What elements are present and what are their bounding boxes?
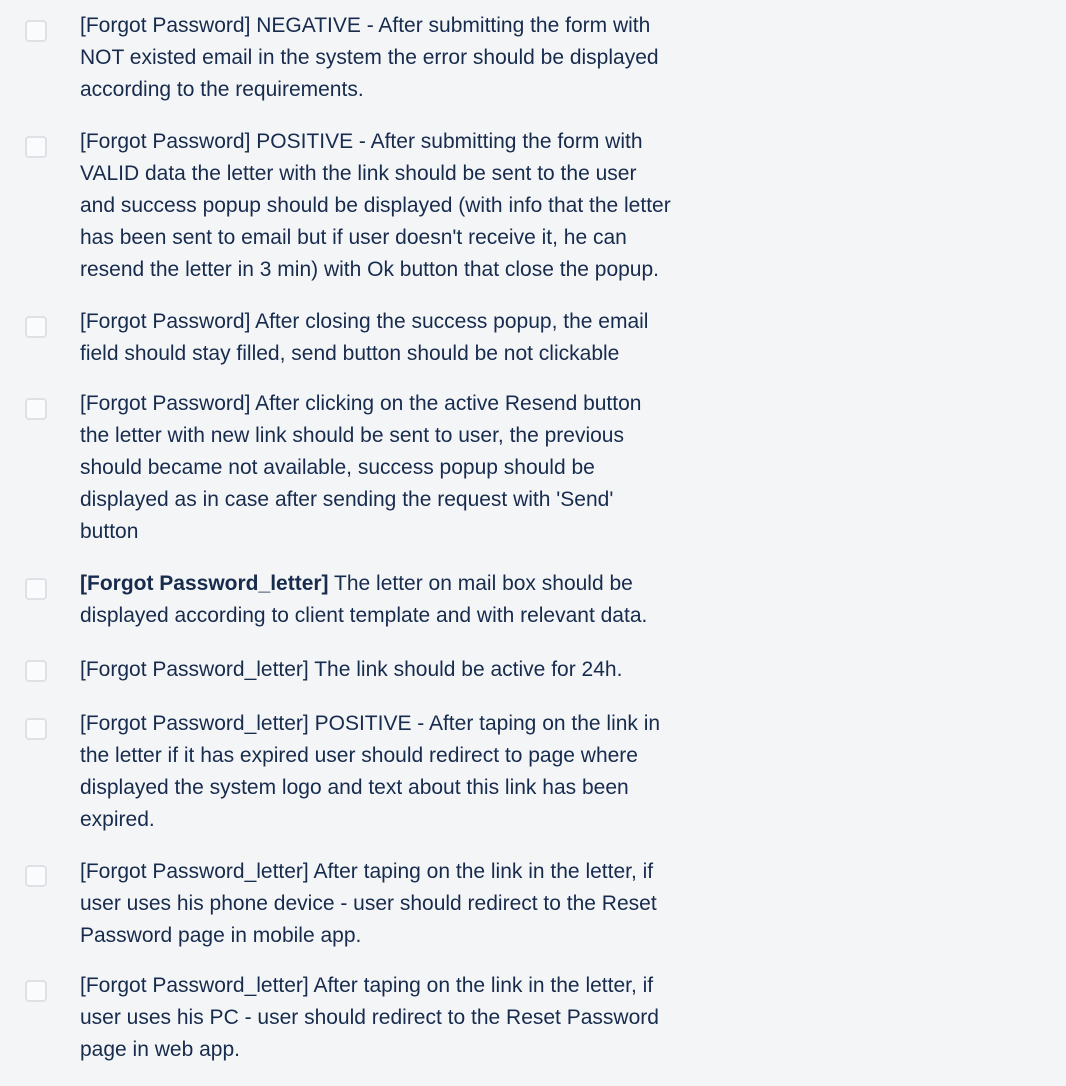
checklist-checkbox[interactable] — [25, 660, 47, 682]
checklist-checkbox[interactable] — [25, 578, 47, 600]
checklist-item-line: [Forgot Password_letter] The letter on m… — [80, 568, 780, 600]
checklist-checkbox[interactable] — [25, 20, 47, 42]
checklist-item-line: [Forgot Password_letter] The link should… — [80, 658, 623, 681]
checklist-item-line: displayed the system logo and text about… — [80, 776, 629, 799]
checklist-item-line: resend the letter in 3 min) with Ok butt… — [80, 258, 659, 281]
checklist-item-line: has been sent to email but if user doesn… — [80, 226, 627, 249]
checklist-item-line-rest: The letter on mail box should be — [328, 572, 633, 595]
checklist-checkbox[interactable] — [25, 398, 47, 420]
checklist-item-line: user uses his phone device - user should… — [80, 892, 657, 915]
checklist-item-line: the letter if it has expired user should… — [80, 744, 638, 767]
checklist-item-line: the letter with new link should be sent … — [80, 424, 624, 447]
checklist-item-line: displayed according to client template a… — [80, 604, 648, 627]
checklist-item-text[interactable]: [Forgot Password_letter] After taping on… — [80, 856, 780, 952]
checklist-checkbox[interactable] — [25, 980, 47, 1002]
checklist-item-line: [Forgot Password] After clicking on the … — [80, 392, 642, 415]
checklist-item-line: [Forgot Password_letter] After taping on… — [80, 860, 654, 883]
checklist-item-line: [Forgot Password] NEGATIVE - After submi… — [80, 14, 651, 37]
checklist-item-text[interactable]: [Forgot Password_letter] POSITIVE - Afte… — [80, 708, 780, 836]
checklist-item-line: field should stay filled, send button sh… — [80, 342, 620, 365]
checklist: [Forgot Password] NEGATIVE - After submi… — [0, 0, 1066, 1086]
checklist-item-line: Password page in mobile app. — [80, 924, 362, 947]
checklist-item-text[interactable]: [Forgot Password_letter] After taping on… — [80, 970, 780, 1066]
checklist-item-line: NOT existed email in the system the erro… — [80, 46, 659, 69]
checklist-item-line: [Forgot Password_letter] POSITIVE - Afte… — [80, 712, 661, 735]
checklist-item-line: according to the requirements. — [80, 78, 364, 101]
checklist-item-text[interactable]: [Forgot Password_letter] The letter on m… — [80, 568, 780, 632]
checklist-item-line: and success popup should be displayed (w… — [80, 194, 671, 217]
checklist-item-text[interactable]: [Forgot Password] POSITIVE - After submi… — [80, 126, 780, 286]
checklist-checkbox[interactable] — [25, 718, 47, 740]
checklist-checkbox[interactable] — [25, 865, 47, 887]
checklist-item-line: [Forgot Password] After closing the succ… — [80, 310, 649, 333]
checklist-item-line: [Forgot Password] POSITIVE - After submi… — [80, 130, 643, 153]
checklist-item-line: user uses his PC - user should redirect … — [80, 1006, 659, 1029]
checklist-item-line: [Forgot Password_letter] After taping on… — [80, 974, 654, 997]
checklist-checkbox[interactable] — [25, 316, 47, 338]
checklist-item-line: page in web app. — [80, 1038, 240, 1061]
checklist-item-text[interactable]: [Forgot Password] After closing the succ… — [80, 306, 780, 370]
checklist-item-text[interactable]: [Forgot Password] NEGATIVE - After submi… — [80, 10, 780, 106]
checklist-item-bold-prefix: [Forgot Password_letter] — [80, 572, 329, 595]
checklist-item-line: displayed as in case after sending the r… — [80, 488, 614, 511]
checklist-checkbox[interactable] — [25, 136, 47, 158]
checklist-item-line: button — [80, 520, 139, 543]
checklist-item-line: expired. — [80, 808, 155, 831]
checklist-item-text[interactable]: [Forgot Password] After clicking on the … — [80, 388, 780, 548]
checklist-item-line: should became not available, success pop… — [80, 456, 595, 479]
checklist-item-line: VALID data the letter with the link shou… — [80, 162, 637, 185]
checklist-item-text[interactable]: [Forgot Password_letter] The link should… — [80, 654, 780, 686]
